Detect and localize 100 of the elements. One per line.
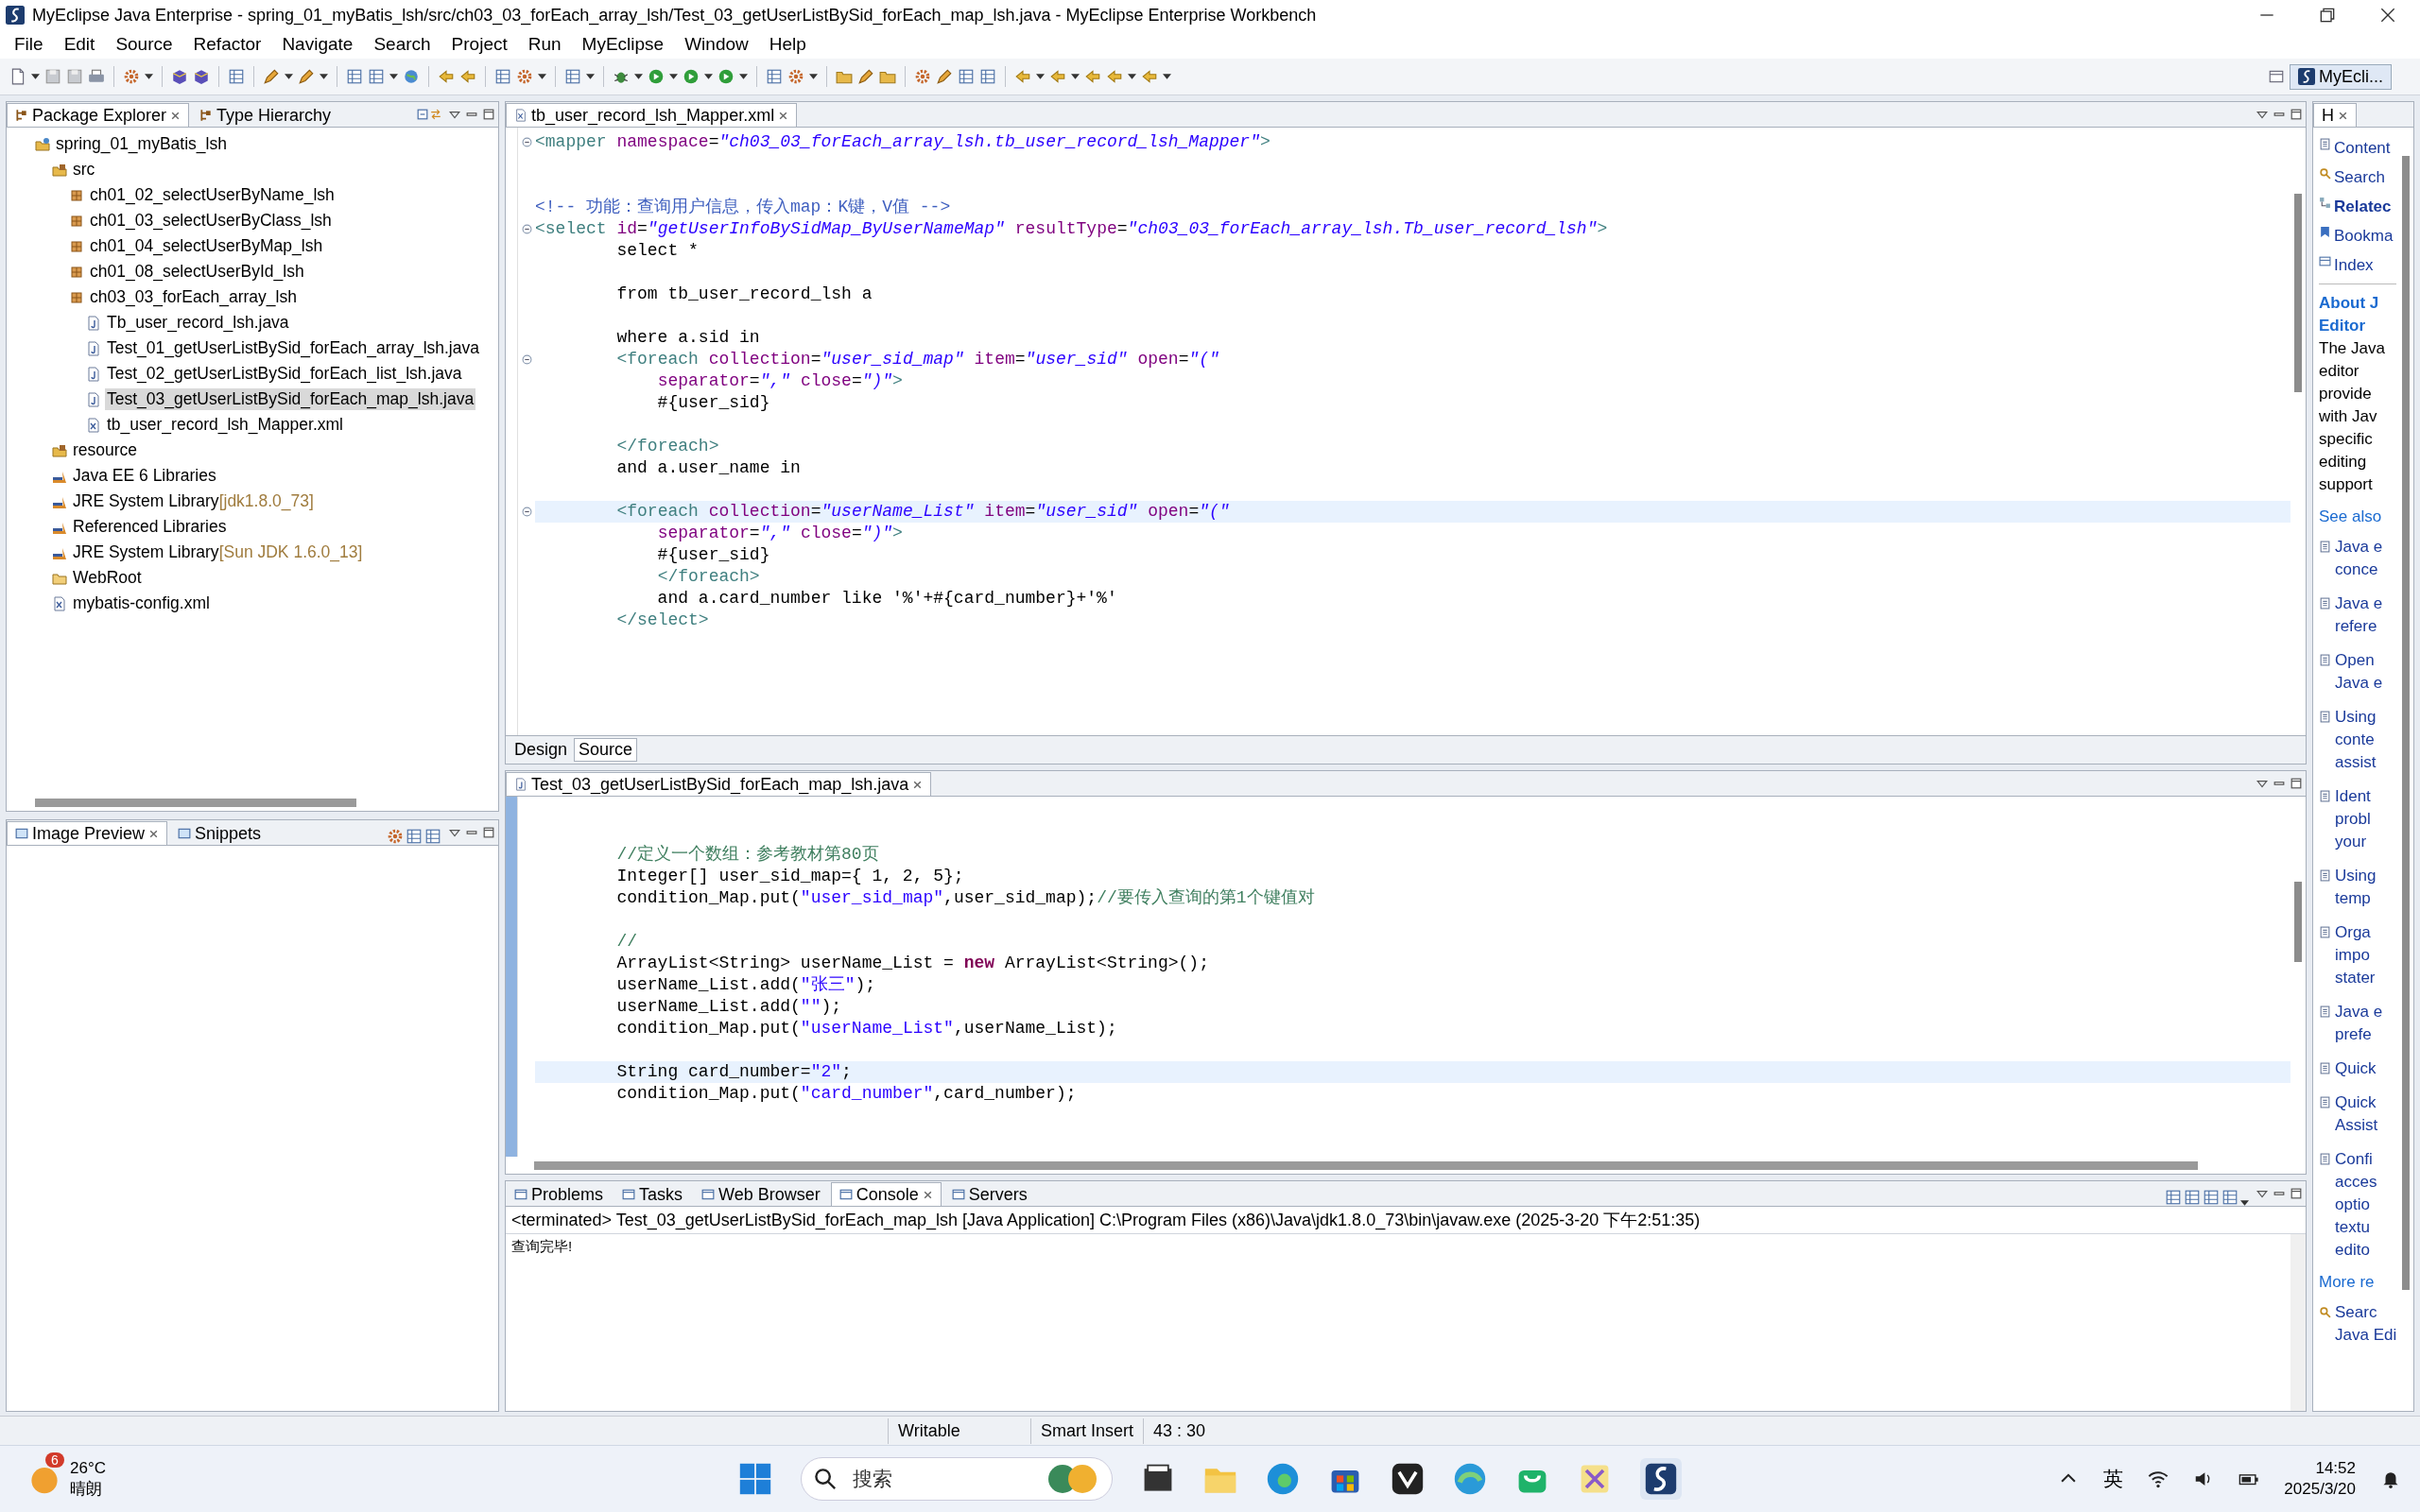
- caret-icon[interactable]: [1163, 74, 1171, 79]
- grid-icon[interactable]: [2184, 1189, 2201, 1206]
- scrollbar[interactable]: [2402, 156, 2410, 1290]
- grid-icon[interactable]: [368, 68, 385, 85]
- caret-icon[interactable]: [389, 74, 398, 79]
- help-nav-link[interactable]: Bookma: [2334, 226, 2394, 246]
- arrow-icon[interactable]: [1014, 68, 1031, 85]
- grid-icon[interactable]: [2203, 1189, 2220, 1206]
- help-link[interactable]: Quick: [2335, 1057, 2377, 1080]
- editor-tab[interactable]: Test_03_getUserListBySid_forEach_map_lsh.java: [506, 772, 932, 796]
- scrollbar[interactable]: [534, 1160, 2198, 1170]
- fold-marker-icon[interactable]: [521, 354, 532, 365]
- arrow-icon[interactable]: [438, 68, 455, 85]
- pencil-icon[interactable]: [298, 68, 315, 85]
- caret-icon[interactable]: [285, 74, 293, 79]
- arrow-icon[interactable]: [459, 68, 476, 85]
- tree-item[interactable]: ch01_08_selectUserById_lsh: [88, 261, 306, 283]
- caret-icon[interactable]: [809, 74, 818, 79]
- view-tab[interactable]: Web Browser: [693, 1182, 829, 1206]
- help-link[interactable]: Ident probl your: [2335, 785, 2371, 853]
- menu-item[interactable]: Refactor: [182, 32, 272, 57]
- caret-icon[interactable]: [320, 74, 328, 79]
- search-field[interactable]: 搜索: [801, 1457, 1113, 1501]
- view-tab[interactable]: Servers: [942, 1182, 1036, 1206]
- cube-icon[interactable]: [193, 68, 210, 85]
- caret-icon[interactable]: [1128, 74, 1136, 79]
- gear-icon[interactable]: [787, 68, 804, 85]
- tree-item[interactable]: mybatis-config.xml: [71, 593, 212, 614]
- maximize-icon[interactable]: [2290, 1188, 2302, 1199]
- view-menu-icon[interactable]: [2256, 109, 2268, 120]
- close-icon[interactable]: [2338, 110, 2348, 121]
- help-link[interactable]: Orga impo stater: [2335, 921, 2376, 989]
- close-icon[interactable]: [170, 110, 182, 121]
- help-nav-link[interactable]: Content: [2334, 138, 2391, 158]
- scrollbar[interactable]: [2294, 194, 2302, 392]
- view-menu-icon[interactable]: [449, 109, 460, 120]
- tree-item[interactable]: spring_01_myBatis_lsh: [54, 133, 229, 155]
- tree-item[interactable]: Java EE 6 Libraries: [71, 465, 218, 487]
- help-link[interactable]: Java e prefe: [2335, 1001, 2383, 1046]
- grid-icon[interactable]: [979, 68, 996, 85]
- caret-icon[interactable]: [2240, 1200, 2249, 1206]
- grid-icon[interactable]: [564, 68, 581, 85]
- page-icon[interactable]: [9, 68, 26, 85]
- app-icon[interactable]: [1391, 1462, 1425, 1496]
- grid-icon[interactable]: [228, 68, 245, 85]
- scrollbar[interactable]: [35, 798, 356, 807]
- caret-icon[interactable]: [538, 74, 546, 79]
- start-icon[interactable]: [738, 1462, 772, 1496]
- menu-item[interactable]: MyEclipse: [571, 32, 675, 57]
- caret-icon[interactable]: [1071, 74, 1080, 79]
- tree-item[interactable]: tb_user_record_lsh_Mapper.xml: [105, 414, 345, 436]
- help-link[interactable]: Quick Assist: [2335, 1091, 2378, 1137]
- view-tab[interactable]: Tasks: [614, 1182, 692, 1206]
- menu-item[interactable]: Help: [758, 32, 817, 57]
- maximize-icon[interactable]: [2290, 778, 2302, 789]
- gear-icon[interactable]: [387, 828, 404, 845]
- input-method[interactable]: 英: [2103, 1466, 2124, 1492]
- help-link[interactable]: Using conte assist: [2335, 706, 2377, 774]
- pencil-icon[interactable]: [936, 68, 953, 85]
- gear-icon[interactable]: [914, 68, 931, 85]
- caret-icon[interactable]: [586, 74, 595, 79]
- tree-item[interactable]: resource: [71, 439, 140, 461]
- editor-tab[interactable]: tb_user_record_lsh_Mapper.xml: [506, 103, 798, 127]
- caret-icon[interactable]: [145, 74, 153, 79]
- menu-item[interactable]: Edit: [53, 32, 106, 57]
- caret-icon[interactable]: [739, 74, 748, 79]
- close-icon[interactable]: [912, 779, 924, 790]
- menu-item[interactable]: Source: [105, 32, 183, 57]
- help-link[interactable]: Java e refere: [2335, 593, 2383, 638]
- tree-item[interactable]: ch03_03_forEach_array_lsh: [88, 286, 299, 308]
- scrollbar[interactable]: [2290, 1234, 2306, 1411]
- view-tab[interactable]: H: [2313, 103, 2357, 127]
- view-tab[interactable]: Console: [830, 1182, 942, 1206]
- view-tab[interactable]: Snippets: [169, 821, 270, 845]
- help-link[interactable]: Using temp: [2335, 865, 2377, 910]
- grid-icon[interactable]: [766, 68, 783, 85]
- pencil-icon[interactable]: [857, 68, 874, 85]
- close-icon[interactable]: [2380, 8, 2395, 23]
- fold-marker-icon[interactable]: [521, 507, 532, 517]
- browser-icon[interactable]: [1453, 1462, 1487, 1496]
- grid-icon[interactable]: [2165, 1189, 2182, 1206]
- tree-item[interactable]: ch01_04_selectUserByMap_lsh: [88, 235, 325, 257]
- caret-icon[interactable]: [1036, 74, 1045, 79]
- grid-icon[interactable]: [406, 828, 423, 845]
- help-nav-link[interactable]: Search: [2334, 167, 2385, 187]
- tree-item[interactable]: src: [71, 159, 97, 180]
- browser-icon[interactable]: [1266, 1462, 1300, 1496]
- view-tab[interactable]: Problems: [506, 1182, 613, 1206]
- menu-item[interactable]: Project: [441, 32, 518, 57]
- tree-item[interactable]: Test_03_getUserListBySid_forEach_map_lsh.java: [105, 388, 476, 410]
- grid-icon[interactable]: [2221, 1189, 2238, 1206]
- help-nav-link[interactable]: Index: [2334, 255, 2374, 275]
- help-link[interactable]: Open Java e: [2335, 649, 2383, 695]
- menu-item[interactable]: File: [4, 32, 54, 57]
- maximize-icon[interactable]: [483, 827, 494, 838]
- close-icon[interactable]: [778, 110, 789, 121]
- pencil-icon[interactable]: [263, 68, 280, 85]
- view-menu-icon[interactable]: [2256, 1188, 2268, 1199]
- menu-item[interactable]: Navigate: [271, 32, 364, 57]
- perspective-button[interactable]: MyEcli...: [2290, 63, 2392, 90]
